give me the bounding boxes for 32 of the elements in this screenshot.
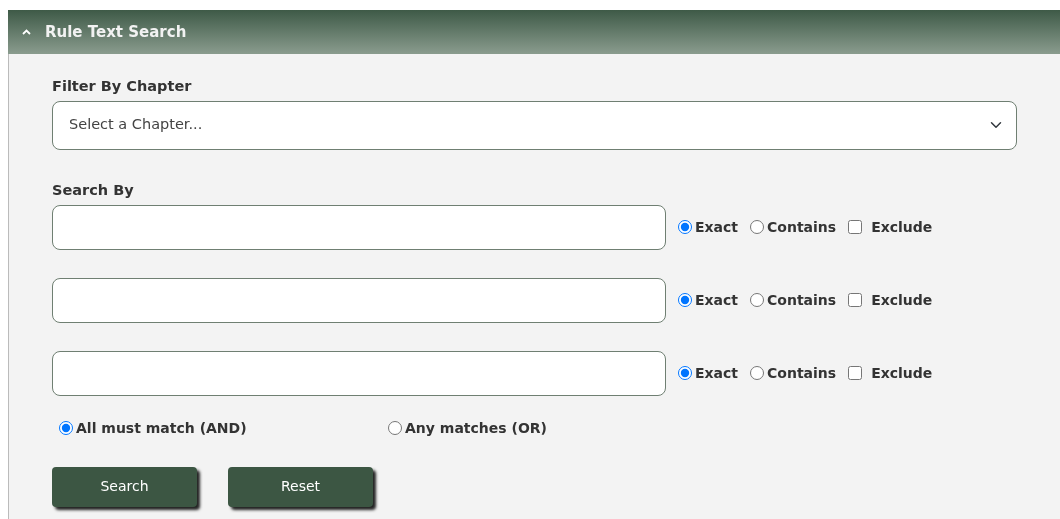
radio-button[interactable] xyxy=(750,366,765,380)
panel-header[interactable]: Rule Text Search xyxy=(8,10,1060,54)
option-label: Contains xyxy=(767,363,837,383)
option-label: Exclude xyxy=(871,290,933,310)
checkbox[interactable] xyxy=(848,293,863,307)
option-label: Any matches (OR) xyxy=(405,418,547,438)
checkbox[interactable] xyxy=(848,366,863,380)
radio-button[interactable] xyxy=(678,293,692,307)
option-label: Exact xyxy=(695,290,739,310)
action-button[interactable]: Search xyxy=(52,466,197,507)
radio-button[interactable] xyxy=(388,421,402,435)
option-label: Exact xyxy=(695,217,739,237)
field-label: Filter By Chapter xyxy=(52,77,193,96)
radio-button[interactable] xyxy=(750,293,765,307)
option-label: Contains xyxy=(767,290,837,310)
option-label: Exclude xyxy=(871,363,933,383)
option-label: Exclude xyxy=(871,217,933,237)
search-input[interactable] xyxy=(52,204,666,250)
option-label: Exact xyxy=(695,363,739,383)
option-label: Contains xyxy=(767,217,837,237)
radio-button[interactable] xyxy=(59,421,73,435)
panel-title: Rule Text Search xyxy=(45,21,187,43)
radio-button[interactable] xyxy=(750,220,765,234)
field-label: Search By xyxy=(52,180,135,200)
search-input[interactable] xyxy=(52,277,666,323)
radio-button[interactable] xyxy=(678,220,692,234)
search-input[interactable] xyxy=(52,350,666,396)
option-label: All must match (AND) xyxy=(76,418,247,438)
chapter-select[interactable]: Select a Chapter... xyxy=(52,100,1017,150)
radio-button[interactable] xyxy=(678,366,692,380)
checkbox[interactable] xyxy=(848,220,863,234)
action-button[interactable]: Reset xyxy=(228,466,373,507)
